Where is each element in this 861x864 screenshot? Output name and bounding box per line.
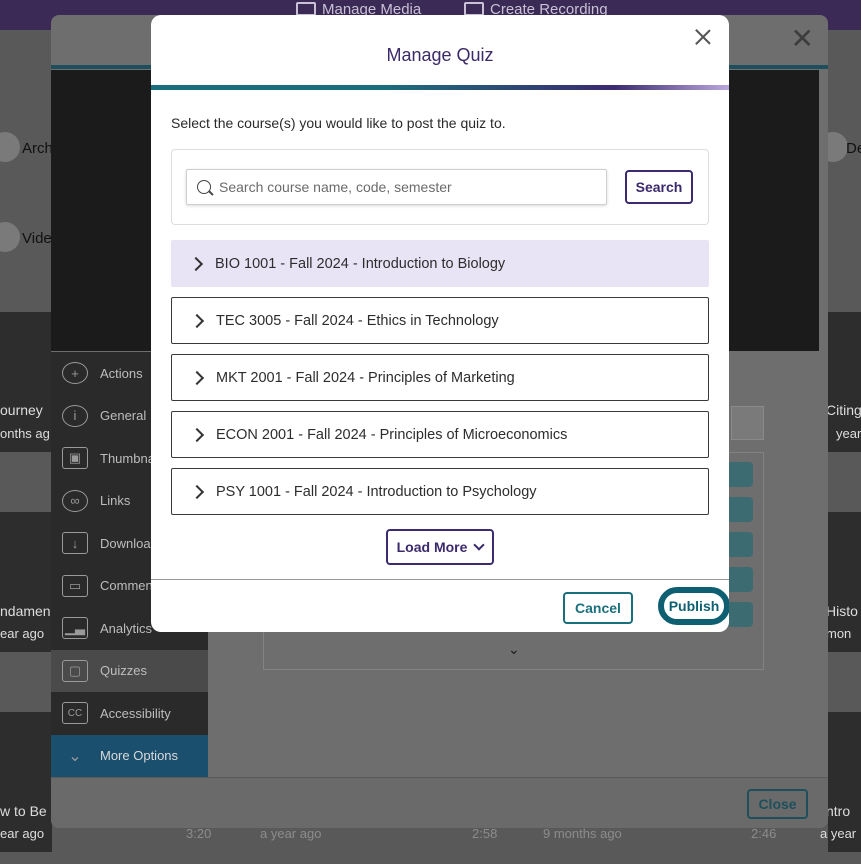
quiz-chip[interactable] xyxy=(727,567,753,592)
course-list: BIO 1001 - Fall 2024 - Introduction to B… xyxy=(171,240,709,525)
sidebar-item-label: General xyxy=(100,408,147,424)
chevron-down-icon: ⌄ xyxy=(68,747,82,765)
archive-icon[interactable] xyxy=(0,132,20,162)
archive-label: Arch xyxy=(22,140,53,157)
search-field[interactable] xyxy=(186,169,607,205)
video-age: ear ago xyxy=(0,826,45,841)
manage-quiz-modal: Manage Quiz Select the course(s) you wou… xyxy=(151,15,729,632)
modal-description: Select the course(s) you would like to p… xyxy=(171,115,506,131)
recording-icon xyxy=(464,2,484,16)
modal-footer: Cancel Publish xyxy=(151,579,729,632)
close-button[interactable]: Close xyxy=(747,789,808,819)
quiz-icon: ▢ xyxy=(62,659,88,682)
video-duration: 2:46 xyxy=(751,826,777,841)
info-icon: i xyxy=(62,404,88,427)
sidebar-item-label: Actions xyxy=(100,365,143,381)
video-filter-icon[interactable] xyxy=(0,222,20,252)
chevron-right-icon xyxy=(189,484,205,499)
sidebar-item-label: Links xyxy=(100,493,131,509)
video-title: Citing xyxy=(826,402,861,418)
video-duration: 2:58 xyxy=(472,826,498,841)
search-input[interactable] xyxy=(219,179,599,195)
plus-circle-icon: + xyxy=(62,362,88,385)
course-label: PSY 1001 - Fall 2024 - Introduction to P… xyxy=(216,483,537,500)
video-icon xyxy=(296,2,316,16)
course-label: MKT 2001 - Fall 2024 - Principles of Mar… xyxy=(216,369,515,386)
video-age: a year xyxy=(820,826,857,841)
course-label: TEC 3005 - Fall 2024 - Ethics in Technol… xyxy=(216,312,499,329)
quiz-chip[interactable] xyxy=(727,602,753,627)
chevron-right-icon xyxy=(189,370,205,385)
chevron-right-icon xyxy=(189,427,205,442)
course-row-tec-3005[interactable]: TEC 3005 - Fall 2024 - Ethics in Technol… xyxy=(171,297,709,344)
video-filter-label: Vide xyxy=(22,230,52,247)
publish-button[interactable]: Publish xyxy=(658,587,729,625)
course-label: ECON 2001 - Fall 2024 - Principles of Mi… xyxy=(216,426,568,443)
video-age: a year ago xyxy=(260,826,322,841)
video-age: ear ago xyxy=(0,626,45,641)
course-row-psy-1001[interactable]: PSY 1001 - Fall 2024 - Introduction to P… xyxy=(171,468,709,515)
comment-icon: ▭ xyxy=(62,574,88,597)
video-title: Histo xyxy=(826,603,858,619)
modal-gradient-bar xyxy=(151,85,729,90)
sidebar-item-label: Quizzes xyxy=(100,663,147,679)
cancel-button[interactable]: Cancel xyxy=(563,592,633,624)
quiz-chip[interactable] xyxy=(727,497,753,522)
sidebar-item-accessibility[interactable]: CC Accessibility xyxy=(51,692,208,735)
right-filter-label: De xyxy=(846,140,861,157)
sidebar-item-quizzes[interactable]: ▢ Quizzes xyxy=(51,649,208,692)
publish-button-wrap: Publish xyxy=(658,584,729,630)
video-title: ourney xyxy=(0,402,43,418)
course-search-panel: Search xyxy=(171,149,709,225)
sidebar-item-label: Analytics xyxy=(100,620,153,636)
sidebar-item-label: More Options xyxy=(100,748,179,764)
quiz-search-icon[interactable] xyxy=(731,406,764,440)
modal-header: Manage Quiz xyxy=(151,15,729,87)
sidebar-item-label: Accessibility xyxy=(100,705,171,721)
media-dialog-close-icon[interactable]: ✕ xyxy=(791,25,814,53)
chevron-right-icon xyxy=(188,256,204,271)
video-age: 9 months ago xyxy=(543,826,622,841)
close-icon[interactable] xyxy=(691,25,715,49)
media-dialog-footer: Close xyxy=(51,777,828,828)
quiz-chip[interactable] xyxy=(727,462,753,487)
load-more-label: Load More xyxy=(396,539,468,555)
course-label: BIO 1001 - Fall 2024 - Introduction to B… xyxy=(215,255,506,272)
sidebar-item-more-options[interactable]: ⌄ More Options xyxy=(51,734,208,777)
search-icon xyxy=(197,180,211,194)
video-age: mon xyxy=(826,626,852,641)
video-title: w to Be xyxy=(0,803,47,819)
course-row-bio-1001[interactable]: BIO 1001 - Fall 2024 - Introduction to B… xyxy=(171,240,709,287)
search-button[interactable]: Search xyxy=(625,170,693,204)
chevron-right-icon xyxy=(189,313,205,328)
analytics-icon: ▁▃ xyxy=(62,617,88,640)
video-title: ndamen xyxy=(0,603,51,619)
load-more-button[interactable]: Load More xyxy=(386,529,494,565)
image-icon: ▣ xyxy=(62,447,88,470)
video-duration: 3:20 xyxy=(186,826,212,841)
video-age: onths ag xyxy=(0,426,50,441)
expand-chevron-icon[interactable]: ⌄ xyxy=(508,641,520,658)
download-icon: ↓ xyxy=(62,532,88,555)
video-age: year xyxy=(836,426,861,441)
cc-icon: CC xyxy=(62,702,88,725)
modal-title: Manage Quiz xyxy=(386,45,494,65)
video-title: ntro xyxy=(826,803,851,819)
course-row-econ-2001[interactable]: ECON 2001 - Fall 2024 - Principles of Mi… xyxy=(171,411,709,458)
course-row-mkt-2001[interactable]: MKT 2001 - Fall 2024 - Principles of Mar… xyxy=(171,354,709,401)
quiz-chip[interactable] xyxy=(727,532,753,557)
link-icon: ∞ xyxy=(62,489,88,512)
chevron-down-icon xyxy=(473,539,486,551)
